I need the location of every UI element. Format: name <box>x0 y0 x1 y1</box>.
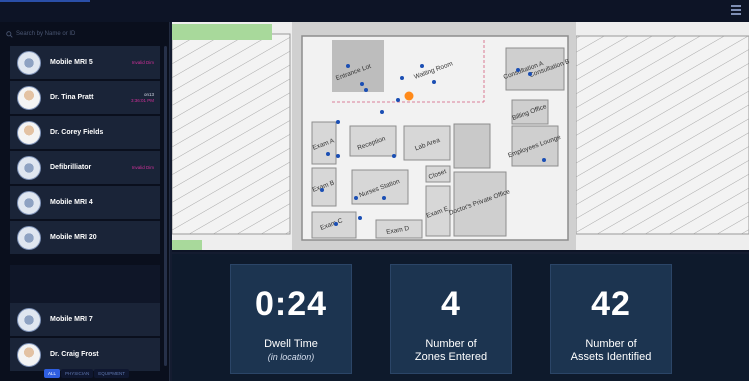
floor-plan-map[interactable]: Entrance Lot Waiting Room Consultation A… <box>172 22 749 252</box>
asset-dot[interactable] <box>400 76 404 80</box>
assets-label-line1: Number of <box>585 338 637 350</box>
dwell-time-title: Dwell Time <box>264 338 318 350</box>
status-time: 3:36:01 PM <box>130 97 154 103</box>
list-item[interactable]: Dr. Corey Fields <box>10 116 160 150</box>
empty-list-slot <box>10 265 160 303</box>
zones-entered-value: 4 <box>441 285 461 323</box>
asset-dot[interactable] <box>336 154 340 158</box>
asset-dot[interactable] <box>354 196 358 200</box>
avatar <box>17 307 41 332</box>
floor-plan: Entrance Lot Waiting Room Consultation A… <box>172 22 749 250</box>
zones-label-line1: Number of <box>425 338 477 350</box>
status-text: Invalid Dim <box>131 164 154 170</box>
list-item[interactable]: Mobile MRI 20 <box>10 221 160 255</box>
asset-dot[interactable] <box>432 80 436 84</box>
parking-left <box>172 33 291 235</box>
list-item[interactable]: Dr. Craig Frost <box>10 338 160 372</box>
avatar <box>17 50 41 75</box>
dwell-time-subtitle: (in location) <box>267 352 315 362</box>
asset-dot[interactable] <box>396 98 400 102</box>
list-item-name: Dr. Tina Pratt <box>50 94 94 101</box>
asset-dot[interactable] <box>346 64 350 68</box>
assets-identified-value: 42 <box>591 285 631 323</box>
top-accent-line <box>0 0 90 2</box>
status-text: Invalid Dim <box>131 59 154 65</box>
entrance-room <box>332 40 384 92</box>
asset-dot[interactable] <box>420 64 424 68</box>
search-bar[interactable]: Search by Name or ID <box>6 26 164 42</box>
asset-dot[interactable] <box>320 188 324 192</box>
menu-icon[interactable] <box>731 5 741 15</box>
list-item-name: Defibrilliator <box>50 164 92 171</box>
zones-entered-label: Number of Zones Entered <box>415 338 487 364</box>
asset-dot[interactable] <box>542 158 546 162</box>
parking-right <box>575 35 749 235</box>
asset-dot[interactable] <box>382 196 386 200</box>
restrooms <box>453 123 491 169</box>
asset-dot[interactable] <box>528 72 532 76</box>
asset-dot[interactable] <box>380 110 384 114</box>
status-text: on13 3:36:01 PM <box>131 92 154 104</box>
tab-all[interactable]: ALL <box>44 369 61 378</box>
zones-label-line2: Zones Entered <box>414 351 488 363</box>
avatar <box>17 120 41 145</box>
avatar <box>17 225 41 250</box>
list-item-name: Mobile MRI 20 <box>50 234 97 241</box>
assets-identified-label: Number of Assets Identified <box>571 338 652 364</box>
asset-dot[interactable] <box>364 88 368 92</box>
list-item-name: Mobile MRI 5 <box>50 59 93 66</box>
dwell-time-value: 0:24 <box>254 285 328 323</box>
list-item-name: Mobile MRI 4 <box>50 199 93 206</box>
list-item-name: Dr. Craig Frost <box>50 351 99 358</box>
avatar <box>17 190 41 215</box>
zones-entered-card: 4 Number of Zones Entered <box>390 264 512 374</box>
sidebar: Search by Name or ID Mobile MRI 5 Invali… <box>0 22 170 381</box>
avatar <box>17 342 41 367</box>
asset-dot[interactable] <box>336 120 340 124</box>
list-item-name: Dr. Corey Fields <box>50 129 104 136</box>
search-icon <box>6 30 13 38</box>
list-item[interactable]: Defibrilliator Invalid Dim <box>10 151 160 185</box>
asset-dot[interactable] <box>516 68 520 72</box>
app-root: Search by Name or ID Mobile MRI 5 Invali… <box>0 0 749 381</box>
tab-physician[interactable]: PHYSICIAN <box>61 369 94 378</box>
asset-dot[interactable] <box>392 154 396 158</box>
list-item[interactable]: Mobile MRI 7 <box>10 303 160 337</box>
top-bar <box>0 0 749 22</box>
filter-tabs: ALL PHYSICIAN EQUIPMENT <box>44 369 130 378</box>
tracked-person-marker[interactable] <box>404 91 414 101</box>
asset-dot[interactable] <box>358 216 362 220</box>
dwell-time-card: 0:24 Dwell Time (in location) <box>230 264 352 374</box>
tab-equipment[interactable]: EQUIPMENT <box>94 369 130 378</box>
grass-top <box>172 24 272 40</box>
search-input[interactable]: Search by Name or ID <box>16 31 75 37</box>
list-item[interactable]: Mobile MRI 5 Invalid Dim <box>10 46 160 80</box>
list-item[interactable]: Dr. Tina Pratt on13 3:36:01 PM <box>10 81 160 115</box>
dwell-time-label: Dwell Time (in location) <box>264 338 318 364</box>
avatar <box>17 155 41 180</box>
list-item-name: Mobile MRI 7 <box>50 316 93 323</box>
list-scrollbar[interactable] <box>164 46 167 366</box>
avatar <box>17 85 41 110</box>
list-item[interactable]: Mobile MRI 4 <box>10 186 160 220</box>
assets-label-line2: Assets Identified <box>570 351 652 363</box>
assets-identified-card: 42 Number of Assets Identified <box>550 264 672 374</box>
stats-panel: 0:24 Dwell Time (in location) 4 Number o… <box>172 254 749 381</box>
asset-dot[interactable] <box>326 152 330 156</box>
grass-bottom <box>172 240 202 250</box>
asset-dot[interactable] <box>360 82 364 86</box>
asset-dot[interactable] <box>334 222 338 226</box>
